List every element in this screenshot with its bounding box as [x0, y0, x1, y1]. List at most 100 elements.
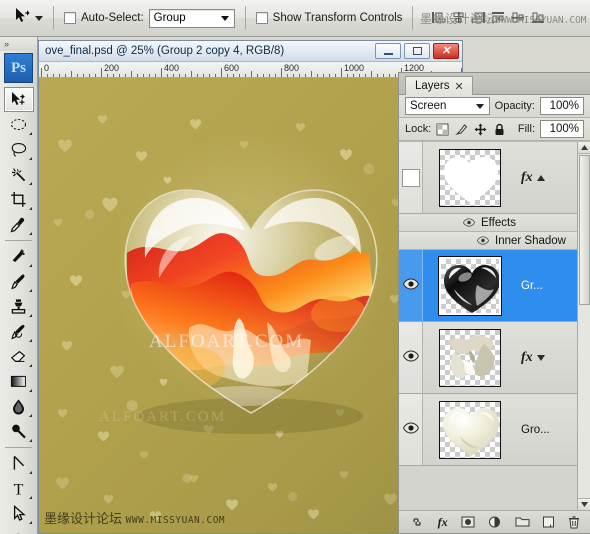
scrollbar-thumb[interactable]: [579, 155, 590, 305]
document-title-bar[interactable]: ove_final.psd @ 25% (Group 2 copy 4, RGB…: [39, 41, 462, 62]
crop-tool-icon[interactable]: [4, 187, 34, 212]
effect-visibility-eye-icon[interactable]: [463, 218, 475, 227]
marquee-tool-icon[interactable]: [4, 112, 34, 137]
layer-visibility-toggle[interactable]: [399, 322, 423, 393]
ruler-minor-tick: [53, 74, 54, 77]
align-left-edges-icon[interactable]: [431, 11, 447, 25]
lock-transparent-pixels-icon[interactable]: [436, 123, 449, 136]
tab-layers[interactable]: Layers ✕: [405, 76, 473, 95]
tool-flyout-triangle-icon[interactable]: [28, 339, 32, 342]
auto-select-checkbox[interactable]: [64, 12, 76, 24]
magic-wand-tool-icon[interactable]: [4, 162, 34, 187]
tool-flyout-triangle-icon[interactable]: [28, 289, 32, 292]
link-layers-icon[interactable]: [409, 516, 425, 528]
lock-position-icon[interactable]: [474, 123, 487, 136]
layer-row[interactable]: fx: [399, 322, 590, 394]
show-transform-checkbox[interactable]: [255, 12, 268, 24]
align-top-edges-icon[interactable]: [491, 11, 507, 25]
ruler-minor-tick: [107, 74, 108, 77]
layer-thumbnail-cell[interactable]: [423, 328, 517, 387]
align-horizontal-centers-icon[interactable]: [451, 11, 467, 25]
eyedropper-tool-icon[interactable]: [4, 212, 34, 237]
scroll-down-icon[interactable]: [578, 498, 590, 510]
layer-effects-fx-icon[interactable]: fx: [521, 350, 533, 366]
dodge-tool-icon[interactable]: [4, 419, 34, 444]
layer-effect-row[interactable]: Effects: [399, 214, 590, 232]
svg-text:T: T: [14, 482, 24, 497]
ruler-minor-tick: [203, 74, 204, 77]
fill-input[interactable]: 100%: [540, 120, 584, 138]
tool-flyout-triangle-icon[interactable]: [28, 364, 32, 367]
layer-thumbnail-cell[interactable]: [423, 400, 517, 459]
layers-list[interactable]: fx Effects Inner Shadow Gr... fx Gro...: [399, 141, 590, 510]
delete-layer-icon[interactable]: [568, 515, 580, 529]
minimize-button[interactable]: [375, 43, 401, 59]
divider: [412, 6, 414, 30]
align-right-edges-icon[interactable]: [471, 11, 487, 25]
tool-flyout-triangle-icon[interactable]: [28, 389, 32, 392]
layer-thumbnail-cell[interactable]: [423, 148, 517, 207]
tool-flyout-triangle-icon[interactable]: [28, 132, 32, 135]
align-vertical-centers-icon[interactable]: [511, 11, 527, 25]
auto-select-dropdown[interactable]: Group: [148, 8, 235, 28]
layer-visibility-toggle[interactable]: [399, 250, 423, 321]
tool-flyout-triangle-icon[interactable]: [28, 496, 32, 499]
lock-all-icon[interactable]: [493, 123, 506, 136]
tool-preset-chevron-down-icon[interactable]: [35, 15, 43, 21]
layer-row[interactable]: Gro...: [399, 394, 590, 466]
lock-image-pixels-icon[interactable]: [455, 123, 468, 136]
opacity-input[interactable]: 100%: [540, 97, 584, 115]
type-tool-icon[interactable]: T: [4, 476, 34, 501]
gradient-tool-icon[interactable]: [4, 369, 34, 394]
new-adjustment-layer-icon[interactable]: [488, 516, 502, 528]
clone-stamp-tool-icon[interactable]: [4, 294, 34, 319]
layer-effect-row[interactable]: Inner Shadow: [399, 232, 590, 250]
tool-flyout-triangle-icon[interactable]: [28, 264, 32, 267]
new-group-icon[interactable]: [515, 516, 530, 528]
chevron-up-icon[interactable]: [536, 172, 545, 184]
effect-visibility-eye-icon[interactable]: [477, 236, 489, 245]
tool-flyout-triangle-icon[interactable]: [28, 232, 32, 235]
pen-tool-icon[interactable]: [4, 451, 34, 476]
brush-tool-icon[interactable]: [4, 269, 34, 294]
healing-brush-tool-icon[interactable]: [4, 244, 34, 269]
tool-flyout-triangle-icon[interactable]: [28, 182, 32, 185]
ellipse-tool-icon[interactable]: [4, 526, 34, 534]
add-layer-mask-icon[interactable]: [460, 516, 476, 528]
layers-scrollbar[interactable]: [577, 142, 590, 510]
tool-flyout-triangle-icon[interactable]: [28, 414, 32, 417]
path-selection-tool-icon[interactable]: [4, 501, 34, 526]
tool-flyout-triangle-icon[interactable]: [28, 521, 32, 524]
blend-mode-dropdown[interactable]: Screen: [405, 97, 490, 115]
tool-flyout-triangle-icon[interactable]: [28, 314, 32, 317]
align-bottom-edges-icon[interactable]: [531, 11, 547, 25]
layer-effects-fx-icon[interactable]: fx: [521, 170, 533, 186]
ruler-major-tick: [41, 68, 42, 77]
layer-visibility-toggle[interactable]: [399, 394, 423, 465]
new-layer-icon[interactable]: [542, 516, 555, 528]
layer-row[interactable]: Gr...: [399, 250, 590, 322]
layer-thumbnail-cell[interactable]: [423, 255, 517, 316]
collapse-panel-icon[interactable]: »: [0, 37, 37, 51]
ruler-minor-tick: [257, 74, 258, 77]
move-tool-icon[interactable]: [3, 87, 34, 112]
history-brush-tool-icon[interactable]: [4, 319, 34, 344]
scroll-up-icon[interactable]: [578, 142, 590, 154]
tool-flyout-triangle-icon[interactable]: [28, 439, 32, 442]
ruler-minor-tick: [293, 74, 294, 77]
close-icon[interactable]: ✕: [455, 80, 464, 93]
current-tool-preset[interactable]: [14, 7, 43, 29]
lasso-tool-icon[interactable]: [4, 137, 34, 162]
tool-flyout-triangle-icon[interactable]: [28, 157, 32, 160]
add-layer-style-icon[interactable]: fx: [438, 515, 448, 530]
maximize-button[interactable]: [404, 43, 430, 59]
blur-tool-icon[interactable]: [4, 394, 34, 419]
chevron-down-icon[interactable]: [536, 352, 545, 364]
tool-flyout-triangle-icon[interactable]: [28, 471, 32, 474]
tool-flyout-triangle-icon[interactable]: [28, 207, 32, 210]
eraser-tool-icon[interactable]: [4, 344, 34, 369]
ruler-minor-tick: [389, 74, 390, 77]
close-button[interactable]: ✕: [433, 43, 459, 59]
layer-visibility-toggle[interactable]: [399, 142, 423, 213]
layer-row[interactable]: fx: [399, 142, 590, 214]
